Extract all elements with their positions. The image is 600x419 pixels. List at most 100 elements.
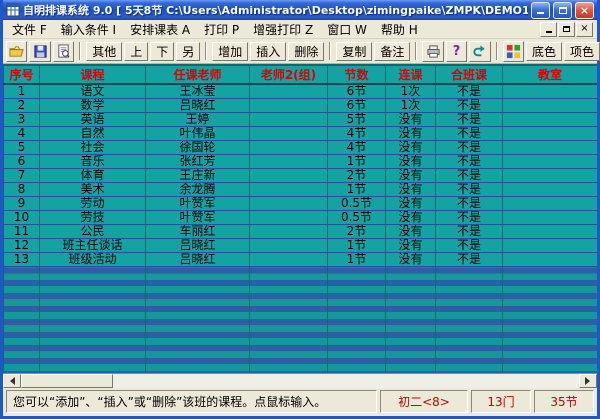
table-cell[interactable]: 4节 <box>328 141 386 155</box>
table-cell[interactable]: 社会 <box>40 141 146 155</box>
toolbar-button[interactable]: 复制 <box>336 42 372 61</box>
table-cell[interactable]: 吕晓红 <box>146 253 250 267</box>
table-cell[interactable] <box>503 239 598 253</box>
table-cell[interactable]: 没有 <box>386 239 436 253</box>
table-cell[interactable]: 班级活动 <box>40 253 146 267</box>
table-cell[interactable]: 6节 <box>328 84 386 99</box>
table-cell[interactable] <box>503 141 598 155</box>
table-cell[interactable] <box>250 155 328 169</box>
table-row[interactable]: 10劳技叶赞军0.5节没有不是 <box>4 211 598 225</box>
table-cell[interactable]: 没有 <box>386 155 436 169</box>
table-cell[interactable] <box>250 253 328 267</box>
table-cell[interactable] <box>503 127 598 141</box>
table-cell[interactable] <box>503 155 598 169</box>
table-cell[interactable]: 不是 <box>436 84 503 99</box>
table-cell[interactable]: 1节 <box>328 183 386 197</box>
table-cell[interactable]: 劳动 <box>40 197 146 211</box>
table-cell[interactable]: 音乐 <box>40 155 146 169</box>
toolbar-button[interactable]: 另 <box>176 42 200 61</box>
table-cell[interactable]: 没有 <box>386 127 436 141</box>
print-icon[interactable] <box>422 41 443 62</box>
menu-item[interactable]: 文件 F <box>5 21 54 38</box>
table-row[interactable]: 4自然叶伟晶4节没有不是 <box>4 127 598 141</box>
table-cell[interactable]: 没有 <box>386 253 436 267</box>
toolbar-button[interactable]: 下 <box>150 42 174 61</box>
scroll-track[interactable] <box>113 374 579 388</box>
table-cell[interactable]: 1次 <box>386 84 436 99</box>
table-cell[interactable]: 不是 <box>436 169 503 183</box>
table-cell[interactable] <box>503 197 598 211</box>
table-cell[interactable]: 语文 <box>40 84 146 99</box>
table-cell[interactable] <box>250 99 328 113</box>
table-cell[interactable]: 0.5节 <box>328 197 386 211</box>
table-cell[interactable]: 吕晓红 <box>146 239 250 253</box>
table-cell[interactable]: 叶赞军 <box>146 197 250 211</box>
toolbar-button[interactable]: 备注 <box>374 42 410 61</box>
table-cell[interactable]: 自然 <box>40 127 146 141</box>
menu-item[interactable]: 打印 P <box>197 21 246 38</box>
table-cell[interactable]: 没有 <box>386 169 436 183</box>
table-cell[interactable]: 2 <box>4 99 40 113</box>
table-cell[interactable]: 2节 <box>328 169 386 183</box>
help-icon[interactable]: ? <box>446 41 467 62</box>
table-cell[interactable]: 车丽红 <box>146 225 250 239</box>
table-row[interactable]: 13班级活动吕晓红1节没有不是 <box>4 253 598 267</box>
table-cell[interactable] <box>250 197 328 211</box>
table-cell[interactable] <box>503 211 598 225</box>
table-row[interactable]: 5社会徐国轮4节没有不是 <box>4 141 598 155</box>
table-cell[interactable]: 4节 <box>328 127 386 141</box>
table-cell[interactable]: 劳技 <box>40 211 146 225</box>
table-cell[interactable]: 数学 <box>40 99 146 113</box>
table-row[interactable]: 3英语王婷5节没有不是 <box>4 113 598 127</box>
table-cell[interactable] <box>250 84 328 99</box>
table-cell[interactable]: 吕晓红 <box>146 99 250 113</box>
toolbar-button[interactable]: 项色 <box>564 42 600 61</box>
table-cell[interactable]: 12 <box>4 239 40 253</box>
table-cell[interactable]: 体育 <box>40 169 146 183</box>
table-cell[interactable]: 王婷 <box>146 113 250 127</box>
table-cell[interactable]: 2节 <box>328 225 386 239</box>
table-cell[interactable]: 1节 <box>328 253 386 267</box>
table-cell[interactable] <box>503 183 598 197</box>
table-cell[interactable] <box>250 225 328 239</box>
table-row[interactable]: 6音乐张红芳1节没有不是 <box>4 155 598 169</box>
table-cell[interactable]: 13 <box>4 253 40 267</box>
toolbar-button[interactable]: 增加 <box>212 42 248 61</box>
table-cell[interactable]: 1次 <box>386 99 436 113</box>
table-cell[interactable] <box>250 183 328 197</box>
table-cell[interactable]: 没有 <box>386 225 436 239</box>
menu-item[interactable]: 增强打印 Z <box>246 21 320 38</box>
horizontal-scrollbar[interactable] <box>3 373 597 388</box>
table-cell[interactable]: 张红芳 <box>146 155 250 169</box>
table-cell[interactable]: 不是 <box>436 99 503 113</box>
table-cell[interactable]: 叶伟晶 <box>146 127 250 141</box>
table-cell[interactable]: 不是 <box>436 141 503 155</box>
minimize-button[interactable] <box>531 2 550 19</box>
undo-icon[interactable] <box>469 41 490 62</box>
table-cell[interactable]: 10 <box>4 211 40 225</box>
table-cell[interactable]: 1节 <box>328 239 386 253</box>
table-cell[interactable]: 不是 <box>436 127 503 141</box>
table-cell[interactable]: 王冰莹 <box>146 84 250 99</box>
table-cell[interactable] <box>503 84 598 99</box>
toolbar-button[interactable]: 底色 <box>526 42 562 61</box>
table-cell[interactable]: 1节 <box>328 155 386 169</box>
table-row[interactable]: 2数学吕晓红6节1次不是 <box>4 99 598 113</box>
mdi-restore-button[interactable] <box>558 22 575 37</box>
table-row[interactable]: 11公民车丽红2节没有不是 <box>4 225 598 239</box>
open-folder-icon[interactable] <box>6 41 27 62</box>
scroll-thumb[interactable] <box>21 374 113 388</box>
table-cell[interactable]: 3 <box>4 113 40 127</box>
table-cell[interactable] <box>503 113 598 127</box>
table-row[interactable]: 8美术余龙腾1节没有不是 <box>4 183 598 197</box>
table-row[interactable]: 1语文王冰莹6节1次不是 <box>4 84 598 99</box>
save-icon[interactable] <box>29 41 50 62</box>
table-cell[interactable]: 班主任谈话 <box>40 239 146 253</box>
table-cell[interactable]: 叶赞军 <box>146 211 250 225</box>
menu-item[interactable]: 安排课表 A <box>123 21 197 38</box>
toolbar-button[interactable]: 删除 <box>288 42 324 61</box>
table-cell[interactable]: 美术 <box>40 183 146 197</box>
table-cell[interactable]: 公民 <box>40 225 146 239</box>
table-cell[interactable]: 不是 <box>436 225 503 239</box>
menu-item[interactable]: 输入条件 I <box>54 21 123 38</box>
